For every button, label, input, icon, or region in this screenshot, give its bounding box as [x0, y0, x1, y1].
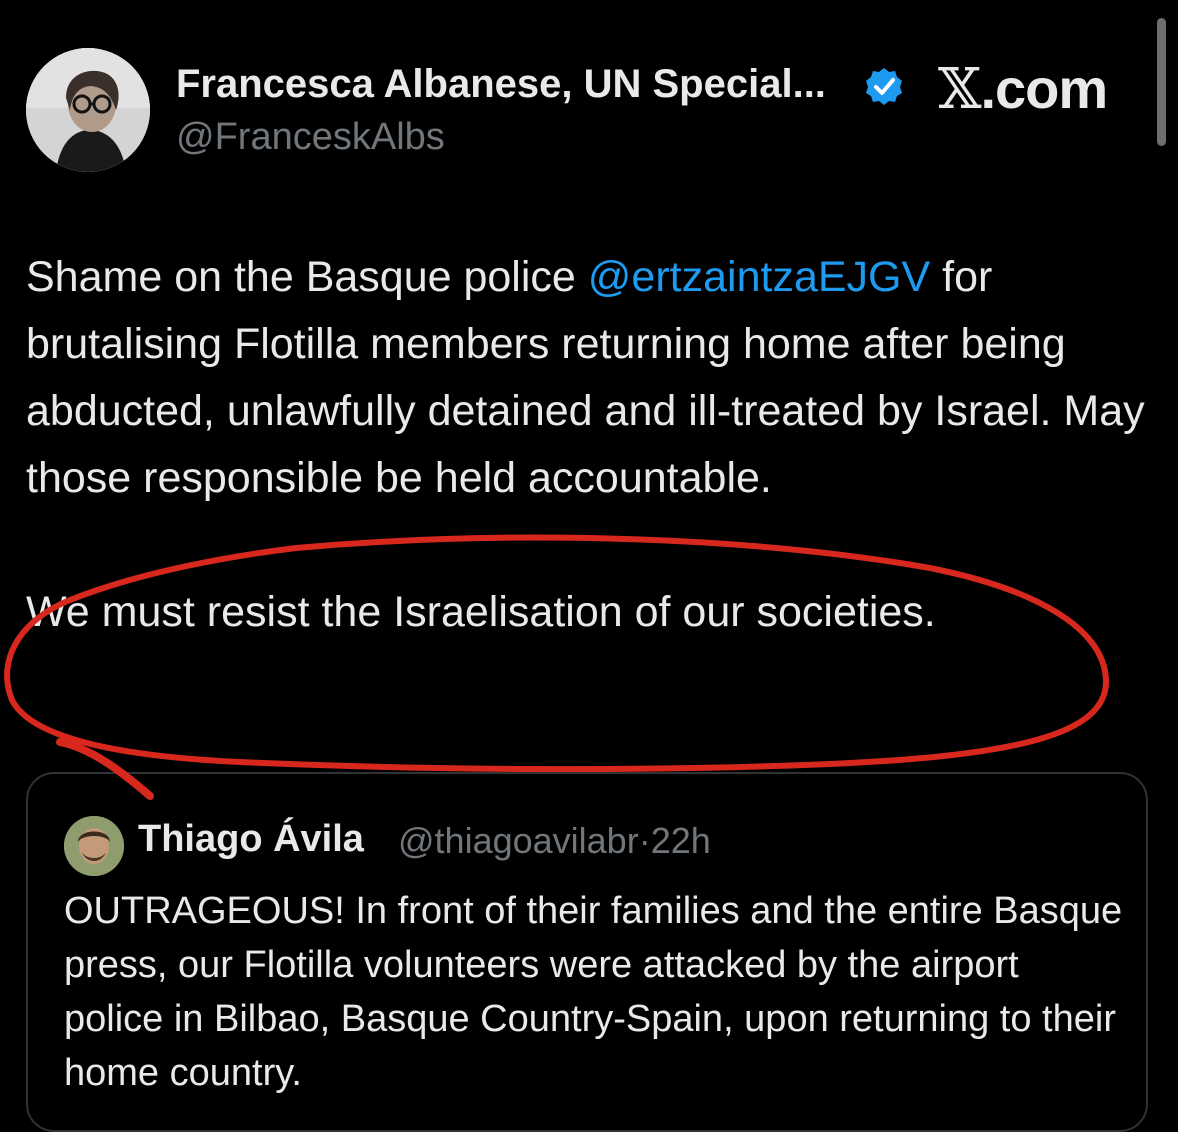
quoted-tweet-meta: @thiagoavilabr·22h — [398, 820, 711, 862]
tweet-paragraph-2: We must resist the Israelisation of our … — [26, 588, 936, 636]
quoted-author-handle[interactable]: @thiagoavilabr — [398, 820, 639, 861]
quoted-tweet-text: OUTRAGEOUS! In front of their families a… — [64, 890, 1123, 1094]
quoted-author-avatar[interactable] — [64, 816, 124, 876]
x-logo-mark: 𝕏 — [938, 57, 981, 122]
author-avatar[interactable] — [26, 48, 150, 172]
quoted-author-name[interactable]: Thiago Ávila — [138, 818, 364, 861]
tweet-text-start: Shame on the Basque police — [26, 253, 588, 301]
author-photo-icon — [26, 48, 150, 172]
quoted-author-photo-icon — [64, 816, 124, 876]
verified-badge-icon — [866, 68, 902, 105]
author-display-name[interactable]: Francesca Albanese, UN Special... — [176, 62, 826, 107]
mention-link[interactable]: @ertzaintzaEJGV — [588, 253, 930, 301]
x-logo-suffix: .com — [980, 57, 1108, 120]
quoted-tweet-time[interactable]: 22h — [651, 820, 711, 861]
tweet-paragraph-1: Shame on the Basque police @ertzaintzaEJ… — [26, 244, 1146, 512]
x-logo: 𝕏.com — [938, 56, 1108, 122]
quoted-tweet-card[interactable]: Thiago Ávila @thiagoavilabr·22h OUTRAGEO… — [26, 772, 1148, 1132]
tweet-body: Shame on the Basque police @ertzaintzaEJ… — [26, 244, 1146, 646]
tweet-header: Francesca Albanese, UN Special... @Franc… — [0, 0, 1178, 190]
scrollbar[interactable] — [1157, 18, 1166, 146]
meta-separator: · — [638, 820, 651, 861]
author-handle[interactable]: @FranceskAlbs — [176, 116, 445, 159]
